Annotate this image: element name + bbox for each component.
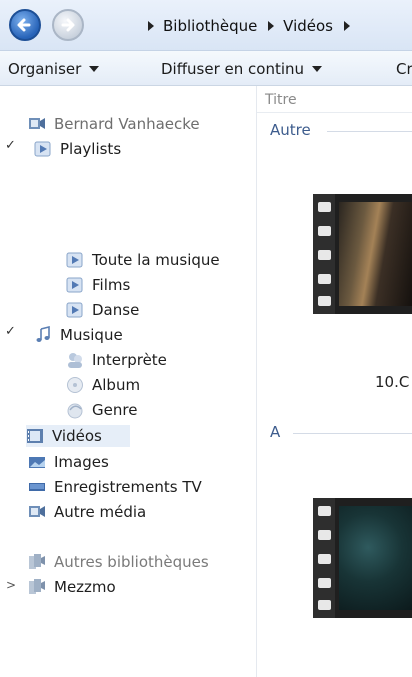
group-divider [327, 131, 412, 132]
tv-icon [29, 483, 45, 491]
group-label: A [270, 423, 281, 441]
stream-button[interactable]: Diffuser en continu [161, 60, 323, 78]
sidebar-label: Interprète [92, 351, 167, 369]
collapse-chevron-icon[interactable]: ✓ [5, 138, 16, 153]
video-title[interactable]: 10.C [375, 373, 409, 391]
film-hole [318, 530, 331, 540]
sidebar-label: Vidéos [52, 427, 102, 445]
video-film-icon [27, 429, 43, 443]
video-frame [339, 202, 412, 306]
film-hole [318, 226, 331, 236]
sidebar-item-all-music[interactable]: Toute la musique [66, 249, 220, 271]
sidebar-item-playlists[interactable]: Playlists [34, 138, 121, 160]
sidebar-label: Films [92, 276, 131, 294]
breadcrumb-chevron-icon[interactable] [148, 20, 154, 31]
sidebar-label: Album [92, 376, 141, 394]
sidebar-label: Genre [92, 401, 138, 419]
sidebar-item-music[interactable]: Musique [34, 324, 123, 346]
sidebar-item-dance[interactable]: Danse [66, 299, 139, 321]
library-icon [29, 118, 45, 129]
genre-icon [67, 403, 83, 419]
film-hole [318, 600, 331, 610]
back-arrow-icon [17, 18, 31, 32]
film-strip [313, 498, 335, 618]
video-thumbnail[interactable] [313, 194, 412, 314]
sidebar-item-genre[interactable]: Genre [66, 399, 137, 421]
video-thumbnail[interactable] [313, 498, 412, 618]
sidebar-item-other-libraries[interactable]: Autres bibliothèques [28, 551, 209, 573]
library-icon [29, 506, 45, 517]
sidebar-item-artist[interactable]: Interprète [66, 349, 167, 371]
group-header-other[interactable]: Autre [257, 121, 412, 141]
sidebar-label: Enregistrements TV [54, 478, 202, 496]
create-playlist-label: Cr [396, 60, 412, 78]
details-pane: Titre Autre 10.C A [257, 86, 412, 677]
sidebar-label: Mezzmo [54, 578, 116, 596]
sidebar-label: Toute la musique [92, 251, 220, 269]
sidebar-item-other-media[interactable]: Autre média [28, 501, 146, 523]
film-hole [318, 554, 331, 564]
breadcrumb-library[interactable]: Bibliothèque [163, 17, 257, 35]
navigation-pane: Bernard Vanhaecke ✓ Playlists Toute la m… [0, 86, 256, 677]
sidebar-item-films[interactable]: Films [66, 274, 130, 296]
back-button[interactable] [9, 9, 41, 41]
sidebar-label: Playlists [60, 140, 122, 158]
sidebar-item-images[interactable]: Images [28, 451, 109, 473]
sidebar-label: Bernard Vanhaecke [54, 115, 200, 133]
film-hole [318, 202, 331, 212]
sidebar-item-videos[interactable]: Vidéos [26, 425, 130, 447]
sidebar-label: Autre média [54, 503, 147, 521]
sidebar-label: Musique [60, 326, 123, 344]
video-frame [339, 506, 412, 610]
film-strip [313, 194, 335, 314]
film-hole [318, 274, 331, 284]
chevron-down-icon [89, 65, 100, 72]
libraries-icon [29, 554, 45, 569]
playlist-icon [66, 277, 83, 293]
collapse-chevron-icon[interactable]: ✓ [5, 324, 16, 339]
picture-icon [29, 457, 45, 468]
film-hole [318, 250, 331, 260]
breadcrumb-videos[interactable]: Vidéos [283, 17, 333, 35]
film-hole [318, 578, 331, 588]
forward-arrow-icon [61, 18, 75, 32]
sidebar-item-album[interactable]: Album [66, 374, 140, 396]
group-header-a[interactable]: A [257, 423, 412, 443]
group-label: Autre [270, 121, 311, 139]
navigation-bar: Bibliothèque Vidéos [0, 0, 412, 51]
expand-chevron-icon[interactable]: > [6, 578, 16, 592]
stream-label: Diffuser en continu [161, 60, 305, 78]
sidebar-label: Danse [92, 301, 140, 319]
command-toolbar: Organiser Diffuser en continu Cr [0, 51, 412, 86]
chevron-down-icon [312, 65, 323, 72]
film-hole [318, 506, 331, 516]
column-title-label: Titre [265, 92, 297, 108]
organize-label: Organiser [8, 60, 82, 78]
playlist-icon [34, 141, 51, 157]
disc-icon [67, 377, 83, 393]
breadcrumb-chevron-icon[interactable] [343, 20, 350, 31]
sidebar-item-mezzmo[interactable]: Mezzmo [28, 576, 116, 598]
artist-icon [68, 353, 82, 368]
music-note-icon [36, 326, 50, 342]
group-divider [293, 433, 412, 434]
playlist-icon [66, 302, 83, 318]
sidebar-item-user-library[interactable]: Bernard Vanhaecke [28, 113, 200, 135]
forward-button[interactable] [52, 9, 84, 41]
breadcrumb-chevron-icon[interactable] [268, 20, 275, 31]
column-header-title[interactable]: Titre [257, 86, 412, 113]
organize-button[interactable]: Organiser [8, 60, 100, 78]
sidebar-item-tv-recordings[interactable]: Enregistrements TV [28, 476, 202, 498]
playlist-icon [66, 252, 83, 268]
film-hole [318, 296, 331, 306]
breadcrumb[interactable]: Bibliothèque Vidéos [148, 17, 359, 35]
sidebar-label: Images [54, 453, 109, 471]
libraries-icon [29, 579, 45, 594]
create-playlist-button[interactable]: Cr [396, 60, 412, 78]
sidebar-label: Autres bibliothèques [54, 553, 209, 571]
